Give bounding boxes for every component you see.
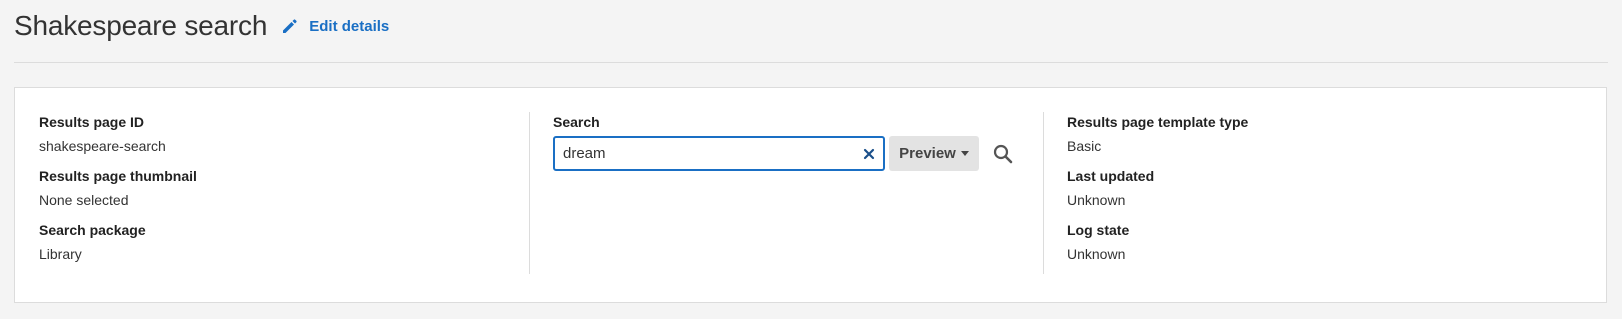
search-column: Search Preview — [553, 112, 1033, 171]
details-card: Results page ID shakespeare-search Resul… — [14, 87, 1607, 303]
pencil-icon — [281, 17, 299, 35]
log-state-value: Unknown — [1067, 246, 1126, 262]
template-type-label: Results page template type — [1067, 114, 1249, 130]
preview-button-label: Preview — [899, 145, 956, 162]
column-divider-right — [1043, 112, 1044, 274]
log-state-label: Log state — [1067, 222, 1130, 238]
caret-down-icon — [960, 151, 969, 156]
preview-button[interactable]: Preview — [889, 136, 979, 171]
last-updated-label: Last updated — [1067, 168, 1155, 184]
search-package-value: Library — [39, 246, 82, 262]
details-right-column: Results page template type Basic Last up… — [1067, 112, 1547, 274]
close-icon[interactable] — [861, 146, 877, 162]
column-divider-left — [529, 112, 530, 274]
header-divider — [14, 62, 1608, 63]
edit-details-label: Edit details — [309, 17, 390, 35]
details-left-column: Results page ID shakespeare-search Resul… — [39, 112, 519, 274]
page-title: Shakespeare search — [14, 10, 268, 41]
search-icon[interactable] — [991, 142, 1015, 166]
results-page-thumbnail-value: None selected — [39, 192, 129, 208]
search-package-label: Search package — [39, 222, 146, 238]
search-label: Search — [553, 114, 600, 130]
search-box — [553, 136, 885, 171]
edit-details-link[interactable]: Edit details — [281, 17, 389, 35]
results-page-id-label: Results page ID — [39, 114, 145, 130]
search-row: Preview — [553, 136, 1033, 171]
page-header: Shakespeare search Edit details — [14, 8, 389, 44]
last-updated-value: Unknown — [1067, 192, 1126, 208]
results-page-thumbnail-label: Results page thumbnail — [39, 168, 197, 184]
results-page-id-value: shakespeare-search — [39, 138, 166, 154]
search-input[interactable] — [555, 138, 853, 169]
template-type-value: Basic — [1067, 138, 1102, 154]
